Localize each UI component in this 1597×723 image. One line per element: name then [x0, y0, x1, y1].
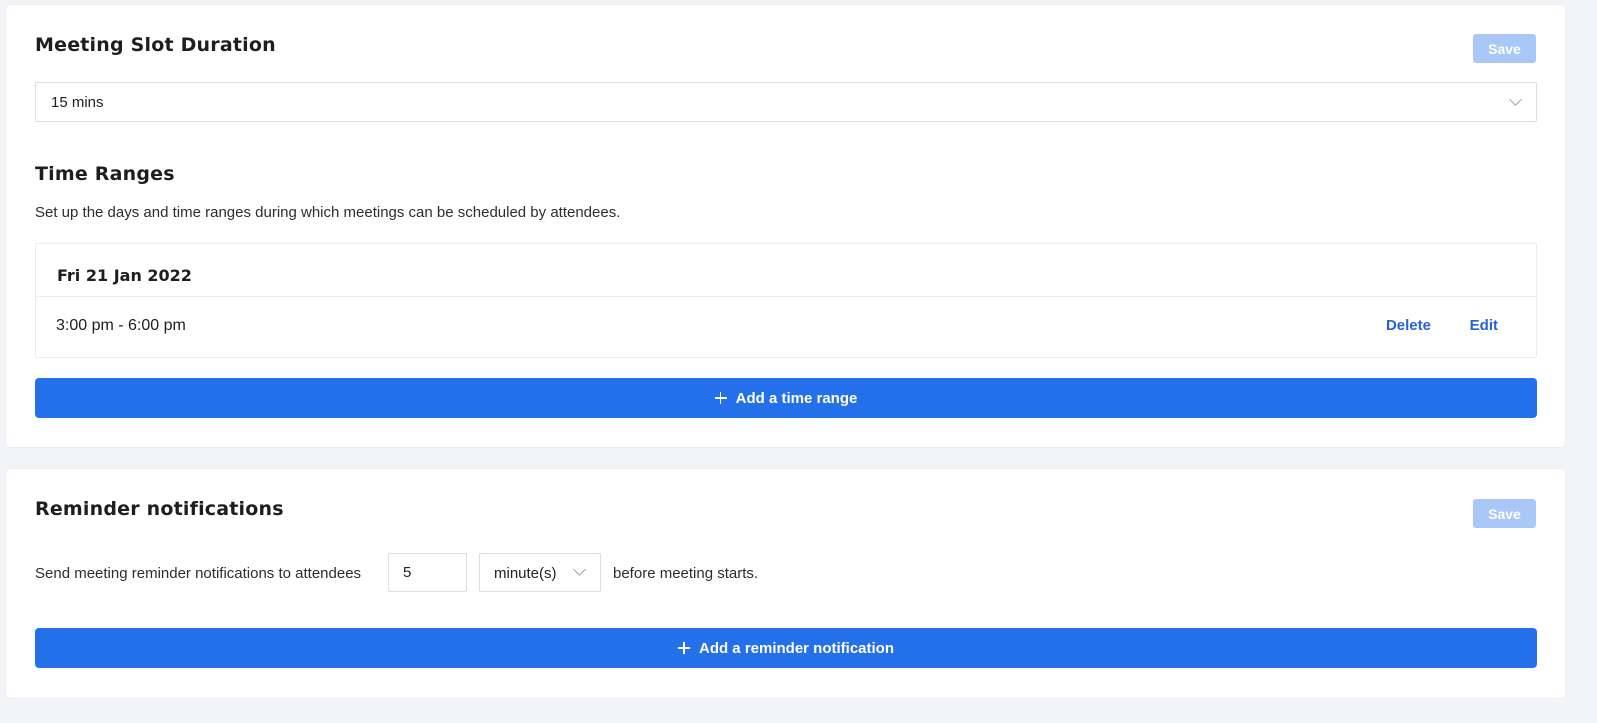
reminder-unit-value: minute(s): [494, 565, 557, 582]
reminder-unit-select[interactable]: minute(s): [479, 553, 601, 592]
add-reminder-button[interactable]: Add a reminder notification: [35, 628, 1537, 668]
reminder-text-before: Send meeting reminder notifications to a…: [35, 565, 362, 582]
reminder-save-button[interactable]: Save: [1473, 499, 1536, 528]
delete-time-range-link[interactable]: Delete: [1386, 317, 1431, 334]
time-range-list: Fri 21 Jan 2022 3:00 pm - 6:00 pm Delete…: [35, 243, 1537, 358]
time-ranges-title: Time Ranges: [35, 163, 175, 185]
time-range-date: Fri 21 Jan 2022: [57, 266, 192, 285]
time-ranges-description: Set up the days and time ranges during w…: [35, 204, 621, 221]
divider: [36, 296, 1536, 297]
edit-time-range-link[interactable]: Edit: [1470, 317, 1498, 334]
plus-icon: [714, 392, 727, 404]
slot-duration-save-button[interactable]: Save: [1473, 34, 1536, 63]
add-time-range-button[interactable]: Add a time range: [35, 378, 1537, 418]
reminder-notifications-card: Reminder notifications Save Send meeting…: [6, 469, 1565, 698]
add-reminder-label: Add a reminder notification: [698, 639, 894, 657]
reminder-text-after: before meeting starts.: [613, 565, 759, 582]
chevron-down-icon: [1509, 93, 1522, 106]
meeting-settings-card: Meeting Slot Duration Save 15 mins Time …: [6, 5, 1565, 447]
plus-icon: [677, 642, 690, 654]
reminder-row: Send meeting reminder notifications to a…: [35, 553, 935, 592]
slot-duration-value: 15 mins: [51, 94, 104, 111]
chevron-down-icon: [573, 563, 586, 576]
reminder-amount-input[interactable]: [388, 553, 467, 592]
slot-duration-select[interactable]: 15 mins: [35, 82, 1537, 122]
slot-duration-title: Meeting Slot Duration: [35, 34, 276, 56]
add-time-range-label: Add a time range: [735, 389, 858, 407]
time-range-hours: 3:00 pm - 6:00 pm: [56, 317, 186, 334]
reminder-title: Reminder notifications: [35, 498, 284, 520]
